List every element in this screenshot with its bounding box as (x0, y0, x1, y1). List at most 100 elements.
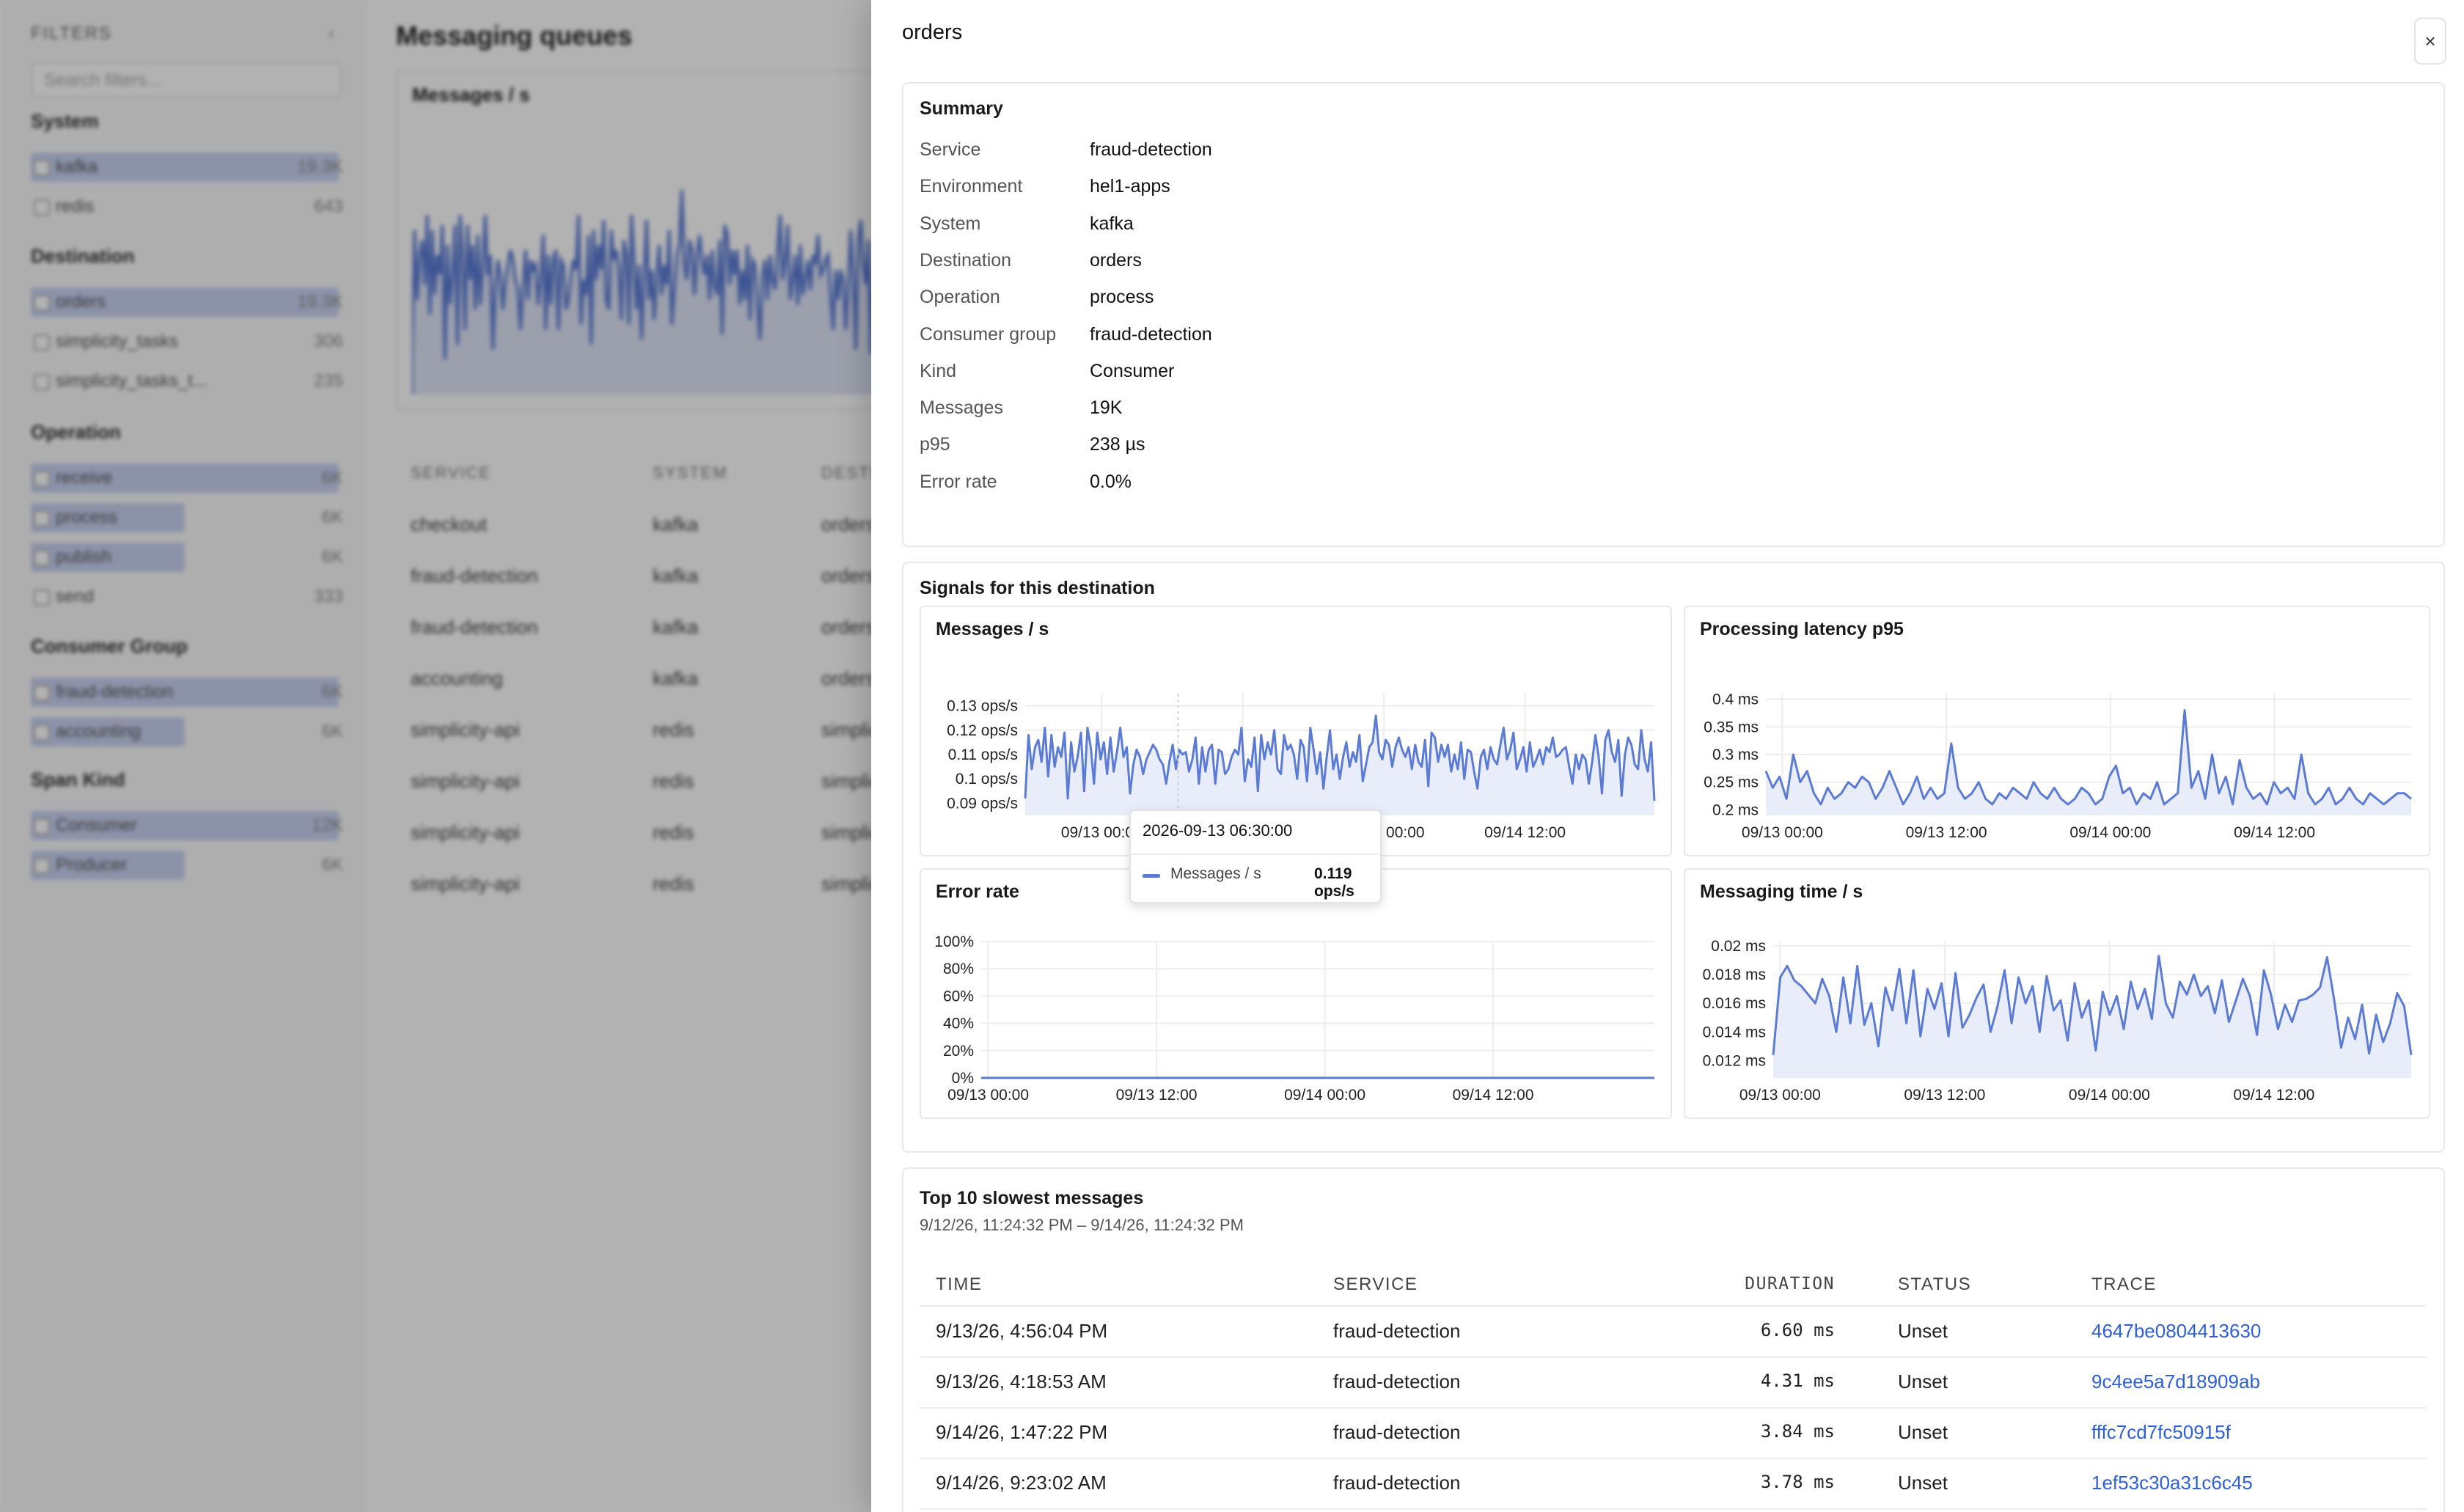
close-icon: × (2424, 29, 2436, 52)
summary-value: Consumer (1090, 360, 1175, 381)
col-service[interactable]: SERVICE (1333, 1274, 1418, 1295)
x-tick-label: 09/14 12:00 (2233, 1087, 2314, 1104)
tooltip-divider (1131, 854, 1380, 855)
col-time[interactable]: TIME (936, 1274, 982, 1295)
chart-tooltip: 2026-09-13 06:30:00 Messages / s 0.119 o… (1129, 810, 1382, 903)
cell-duration: 4.31 ms (1760, 1370, 1835, 1391)
cell-duration: 3.78 ms (1760, 1472, 1835, 1492)
cell-status: Unset (1898, 1370, 1948, 1392)
signals-title: Signals for this destination (920, 578, 1155, 598)
y-tick-label: 0.018 ms (1703, 966, 1766, 983)
x-tick-label: 09/13 12:00 (1906, 824, 1987, 841)
cell-status: Unset (1898, 1472, 1948, 1494)
summary-key: p95 (920, 434, 950, 455)
summary-value: 19K (1090, 397, 1123, 419)
summary-value: fraud-detection (1090, 323, 1212, 345)
messaging-time-chart: Messaging time / s 0.02 ms 0.018 ms 0.016 … (1684, 868, 2430, 1119)
cell-service: fraud-detection (1333, 1320, 1461, 1342)
y-tick-label: 0.02 ms (1711, 938, 1766, 955)
summary-card: Summary Service fraud-detection Environmen… (902, 82, 2445, 547)
x-tick-label: 09/13 12:00 (1904, 1087, 1985, 1104)
y-tick-label: 0.25 ms (1704, 774, 1759, 791)
slowest-messages-card: Top 10 slowest messages 9/12/26, 11:24:3… (902, 1167, 2445, 1512)
x-tick-label: 09/14 00:00 (1284, 1087, 1365, 1104)
summary-key: Service (920, 139, 981, 160)
y-tick-label: 0.016 ms (1703, 995, 1766, 1012)
summary-key: Destination (920, 249, 1012, 271)
destination-drawer: orders × Summary Service fraud-detection E… (871, 0, 2464, 1512)
summary-key: Consumer group (920, 323, 1057, 345)
summary-value: 238 µs (1090, 434, 1145, 455)
cell-service: fraud-detection (1333, 1472, 1461, 1494)
y-tick-label: 40% (943, 1016, 974, 1032)
x-tick-label: 09/14 00:00 (2069, 1087, 2150, 1104)
drawer-title: orders (902, 21, 963, 44)
y-tick-label: 0.13 ops/s (947, 698, 1018, 715)
summary-key: Operation (920, 287, 1000, 308)
x-tick-label: 09/14 12:00 (1484, 824, 1566, 841)
cell-time: 9/14/26, 9:23:02 AM (936, 1472, 1107, 1494)
y-tick-label: 0.2 ms (1712, 801, 1759, 818)
x-tick-label: 09/13 12:00 (1116, 1087, 1198, 1104)
y-tick-label: 80% (943, 961, 974, 977)
y-tick-label: 0.12 ops/s (947, 722, 1018, 739)
trace-link[interactable]: 9c4ee5a7d18909ab (2091, 1370, 2260, 1393)
y-tick-label: 0.09 ops/s (947, 795, 1018, 812)
summary-value: kafka (1090, 213, 1134, 234)
y-tick-label: 100% (934, 933, 974, 950)
summary-value: hel1-apps (1090, 176, 1170, 197)
summary-value: orders (1090, 249, 1142, 271)
trace-link[interactable]: fffc7cd7fc50915f (2091, 1421, 2231, 1444)
cell-status: Unset (1898, 1421, 1948, 1443)
y-tick-label: 0.014 ms (1703, 1024, 1766, 1041)
tooltip-time: 2026-09-13 06:30:00 (1143, 821, 1293, 840)
cell-service: fraud-detection (1333, 1421, 1461, 1443)
cell-time: 9/13/26, 4:56:04 PM (936, 1320, 1108, 1342)
x-tick-label: 09/13 00:00 (1742, 824, 1823, 841)
trace-link[interactable]: 1ef53c30a31c6c45 (2091, 1472, 2253, 1494)
tooltip-series-swatch (1143, 874, 1160, 878)
error-rate-chart: Error rate 100% 80% 60% 40% 20% 0% 09/13 00:00… (920, 868, 1672, 1119)
slowest-table-row[interactable]: 9/14/26, 9:23:02 AM fraud-detection 3.78 m… (920, 1458, 2426, 1510)
latency-chart-plot[interactable]: 0.4 ms 0.35 ms 0.3 ms 0.25 ms 0.2 ms 09/13 00… (1685, 607, 2429, 855)
tooltip-value: 0.119 ops/s (1314, 865, 1354, 900)
cell-duration: 6.60 ms (1760, 1320, 1835, 1340)
y-tick-label: 0.11 ops/s (948, 746, 1018, 763)
summary-key: Error rate (920, 471, 997, 492)
col-duration[interactable]: DURATION (1745, 1274, 1835, 1293)
y-tick-label: 0.35 ms (1704, 719, 1759, 735)
y-tick-label: 0.012 ms (1703, 1053, 1766, 1070)
cell-time: 9/14/26, 1:47:22 PM (936, 1421, 1108, 1443)
summary-key: Kind (920, 360, 957, 381)
cell-service: fraud-detection (1333, 1370, 1461, 1392)
summary-key: Messages (920, 397, 1003, 419)
slowest-table-row[interactable]: 9/13/26, 4:18:53 AM fraud-detection 4.31 m… (920, 1357, 2426, 1409)
y-tick-label: 0% (952, 1070, 974, 1087)
x-tick-label: 09/14 00:00 (2069, 824, 2151, 841)
summary-value: process (1090, 287, 1154, 308)
y-tick-label: 60% (943, 988, 974, 1005)
close-button[interactable]: × (2414, 18, 2446, 65)
summary-key: System (920, 213, 981, 234)
cell-time: 9/13/26, 4:18:53 AM (936, 1370, 1107, 1392)
x-tick-label: 09/13 00:00 (947, 1087, 1029, 1104)
summary-title: Summary (920, 98, 1003, 119)
x-tick-label: 09/14 12:00 (2234, 824, 2315, 841)
summary-value: 0.0% (1090, 471, 1132, 492)
cell-status: Unset (1898, 1320, 1948, 1342)
cell-duration: 3.84 ms (1760, 1421, 1835, 1442)
error-rate-chart-plot[interactable]: 100% 80% 60% 40% 20% 0%09/13 00:00 09/13 12:00… (921, 870, 1671, 1118)
col-status[interactable]: STATUS (1898, 1274, 1971, 1295)
latency-chart: Processing latency p95 0.4 ms 0.35 ms 0.3 … (1684, 606, 2430, 856)
slowest-table-row[interactable]: 9/13/26, 4:56:04 PM fraud-detection 6.60 m… (920, 1307, 2426, 1358)
slowest-table-row[interactable]: 9/14/26, 1:47:22 PM fraud-detection 3.84 m… (920, 1408, 2426, 1459)
col-trace[interactable]: TRACE (2091, 1274, 2157, 1295)
x-tick-label: 09/14 12:00 (1453, 1087, 1534, 1104)
summary-value: fraud-detection (1090, 139, 1212, 160)
slowest-table-header: TIME SERVICE DURATION STATUS TRACE (920, 1266, 2426, 1307)
y-tick-label: 20% (943, 1043, 974, 1060)
trace-link[interactable]: 4647be0804413630 (2091, 1320, 2261, 1343)
messaging-time-chart-plot[interactable]: 0.02 ms 0.018 ms 0.016 ms 0.014 ms 0.012 ms 0… (1685, 870, 2429, 1118)
slowest-time-range: 9/12/26, 11:24:32 PM – 9/14/26, 11:24:32… (920, 1216, 1244, 1234)
x-tick-label: 09/13 00:00 (1739, 1087, 1821, 1104)
